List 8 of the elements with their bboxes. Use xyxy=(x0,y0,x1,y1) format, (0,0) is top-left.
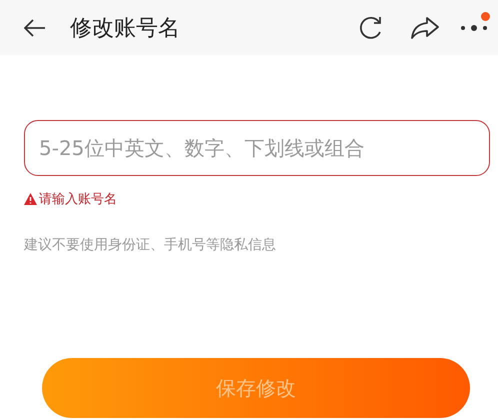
hint-text: 建议不要使用身份证、手机号等隐私信息 xyxy=(24,236,277,254)
account-name-field[interactable]: 5-25位中英文、数字、下划线或组合 xyxy=(24,120,490,176)
back-icon[interactable] xyxy=(24,18,46,36)
page-title: 修改账号名 xyxy=(70,14,181,42)
more-icon[interactable] xyxy=(460,24,488,32)
error-message: 请输入账号名 xyxy=(39,191,117,208)
warning-icon xyxy=(24,193,37,205)
share-icon[interactable] xyxy=(410,16,440,40)
